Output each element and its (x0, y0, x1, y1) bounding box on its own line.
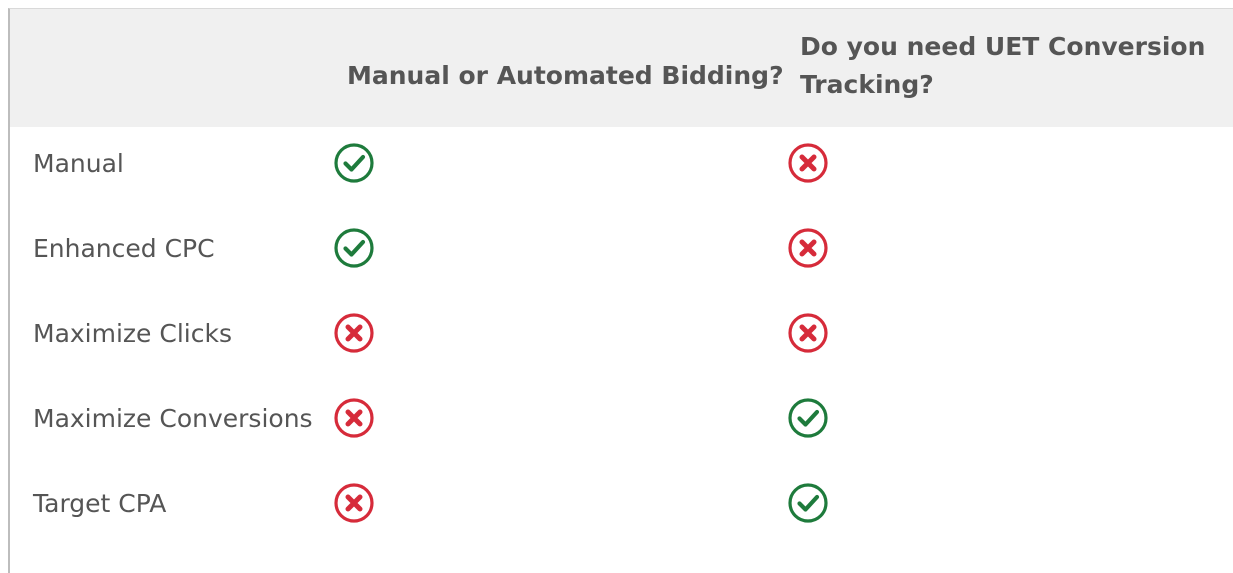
x-circle-icon (787, 227, 829, 269)
check-circle-icon (333, 227, 375, 269)
header-bidding-type: Manual or Automated Bidding? (347, 61, 784, 90)
x-circle-icon (333, 482, 375, 524)
row-label: Enhanced CPC (33, 234, 215, 263)
row-label: Manual (33, 149, 124, 178)
row-label: Target CPA (33, 489, 167, 518)
table-row: Maximize Clicks (0, 291, 1233, 376)
table-row: Manual (0, 121, 1233, 206)
check-circle-icon (787, 397, 829, 439)
x-circle-icon (333, 397, 375, 439)
check-circle-icon (333, 142, 375, 184)
table-header: Manual or Automated Bidding? Do you need… (10, 9, 1233, 127)
x-circle-icon (333, 312, 375, 354)
x-circle-icon (787, 142, 829, 184)
table-row: Target CPA (0, 461, 1233, 546)
table-row: Enhanced CPC (0, 206, 1233, 291)
x-circle-icon (787, 312, 829, 354)
header-uet-tracking: Do you need UET Conversion Tracking? (800, 32, 1206, 99)
row-label: Maximize Conversions (33, 404, 313, 433)
row-label: Maximize Clicks (33, 319, 232, 348)
table-row: Maximize Conversions (0, 376, 1233, 461)
check-circle-icon (787, 482, 829, 524)
